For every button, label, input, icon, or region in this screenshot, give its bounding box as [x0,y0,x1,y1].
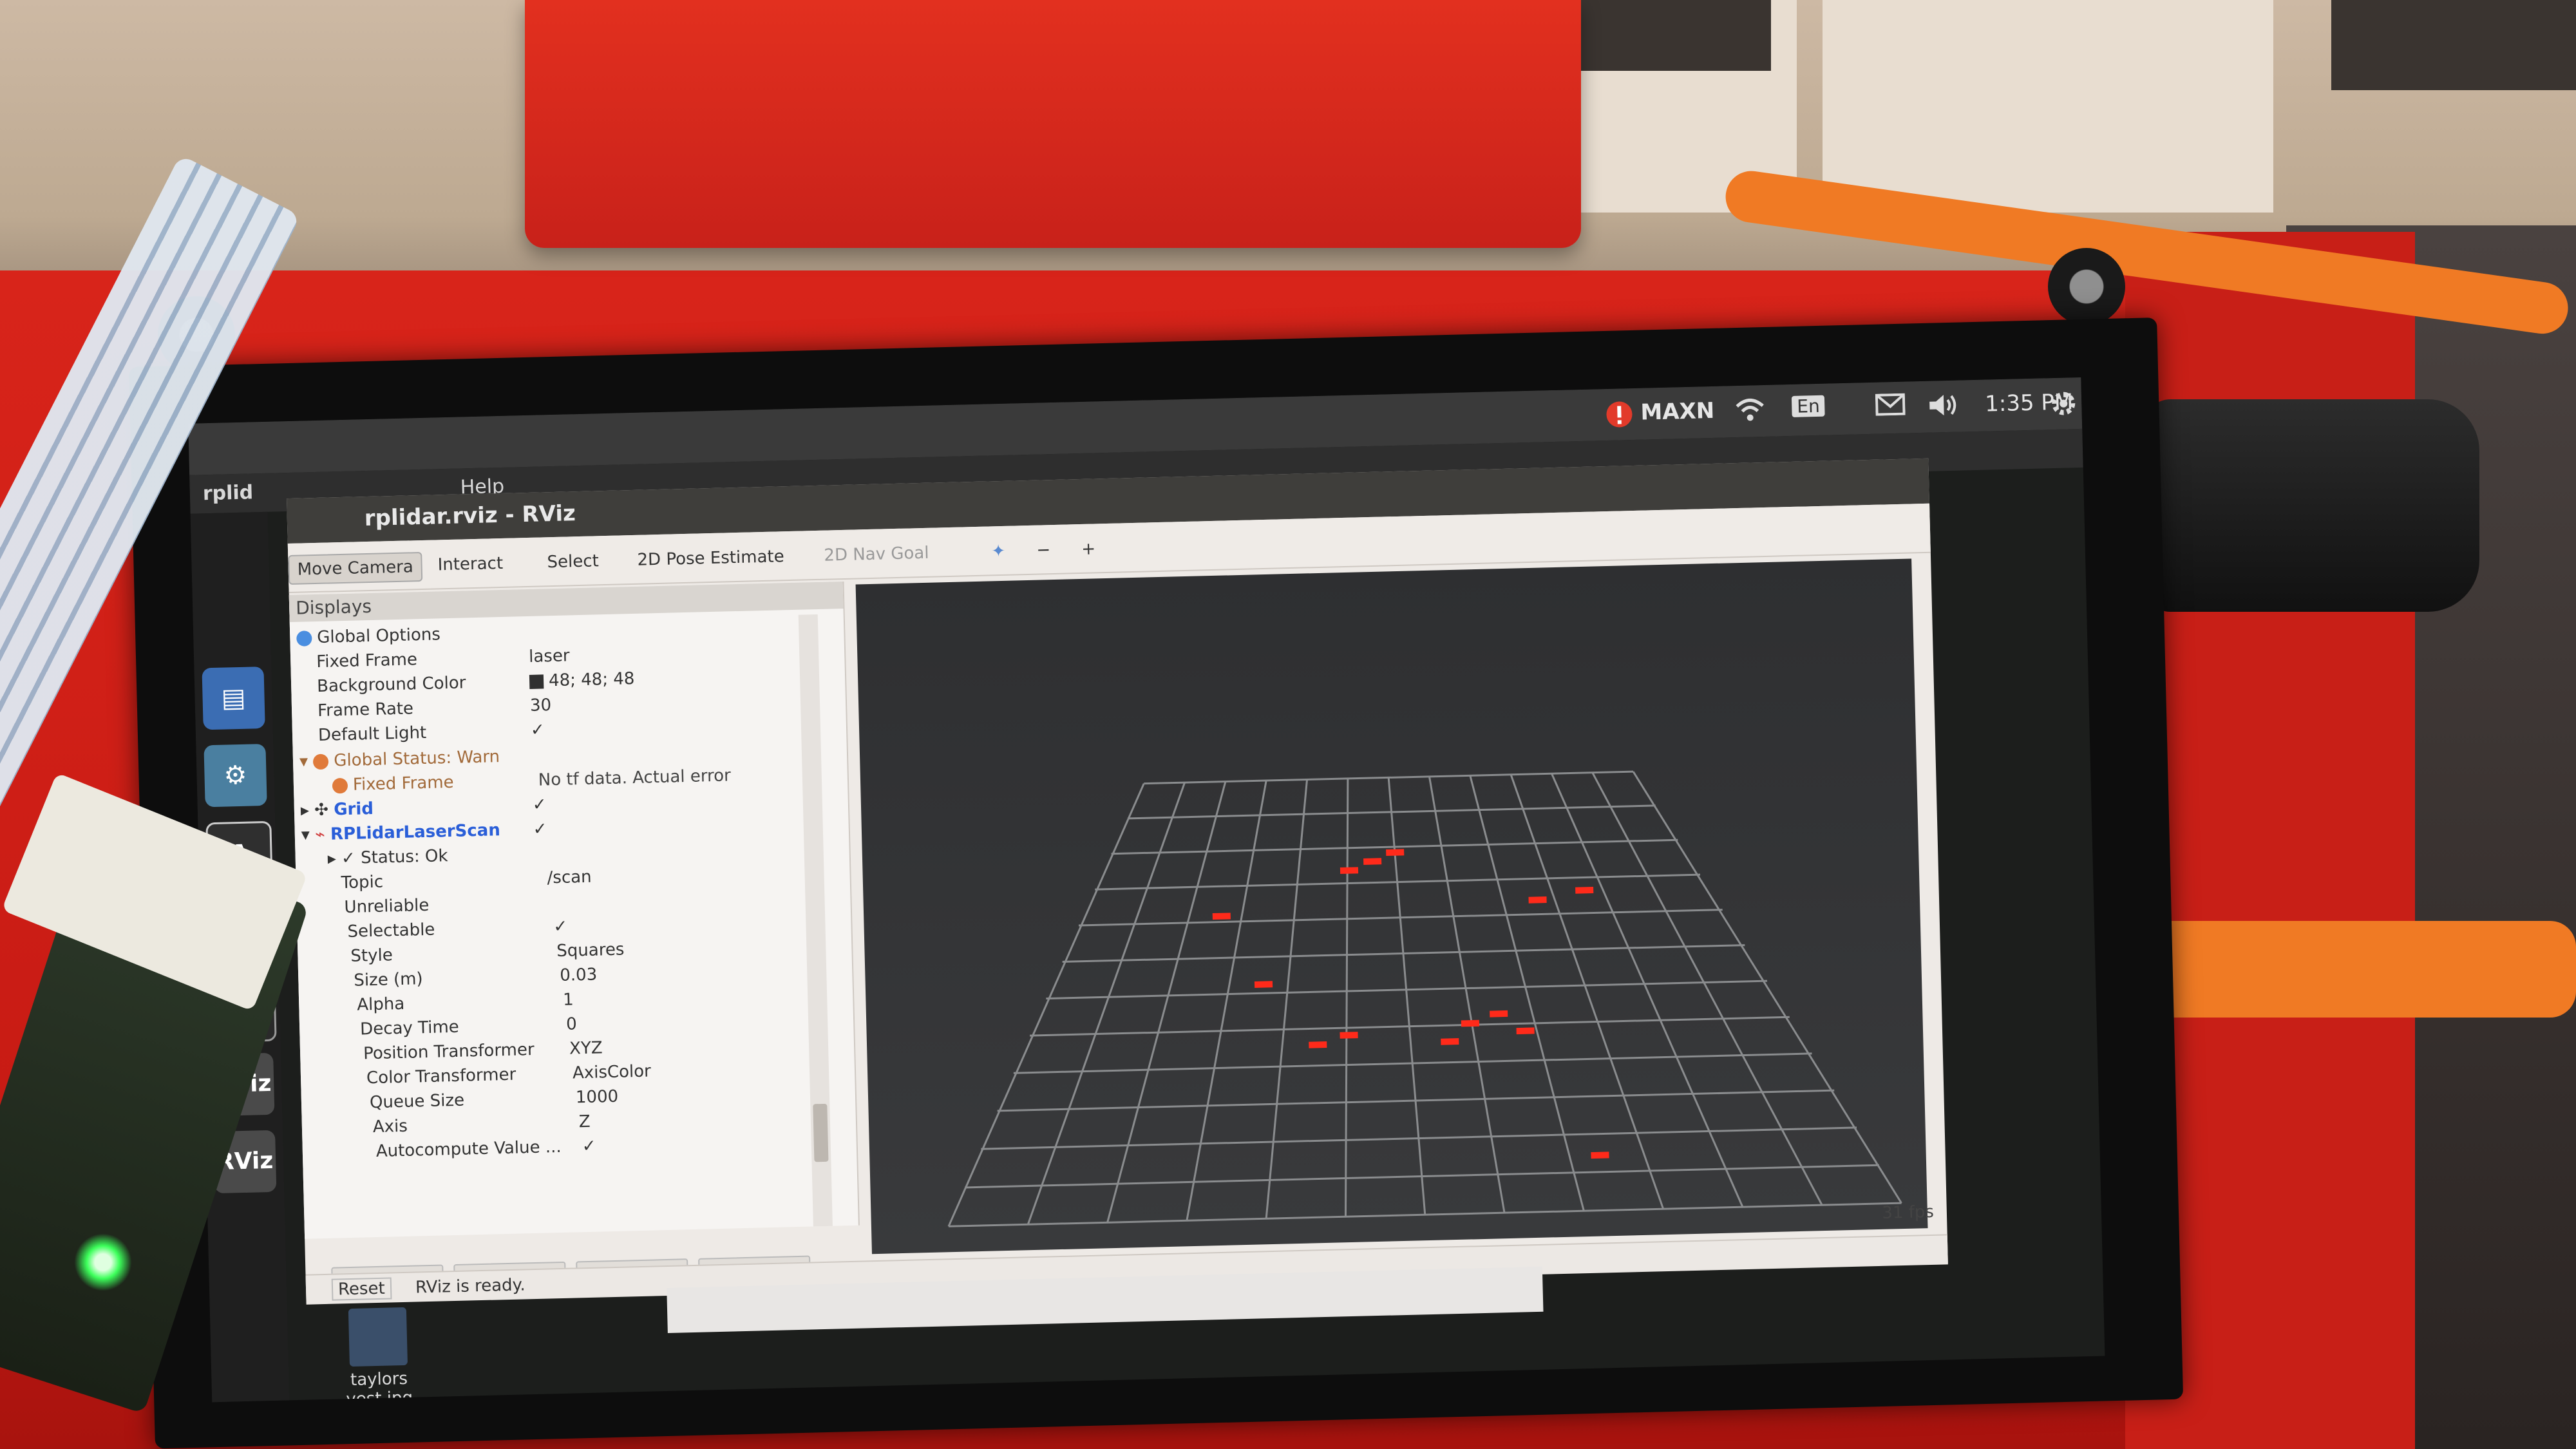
grid-line [1510,774,1665,1209]
scan-point [1340,1032,1358,1039]
alert-icon[interactable] [1605,400,1634,435]
tool-2d-nav-goal[interactable]: 2D Nav Goal [816,539,937,569]
displays-panel: Displays Global Options Fixed Frame lase… [289,581,860,1297]
green-led [74,1233,132,1291]
wall-panel-dark-2 [2331,0,2576,90]
grid-line [1387,777,1426,1215]
orange-cable-side [2125,921,2576,1018]
scan-point [1363,858,1382,865]
scan-point [1490,1010,1508,1018]
keyboard-layout-indicator[interactable]: En [1791,395,1826,417]
scan-point [1340,867,1359,875]
scan-point [1386,849,1405,857]
tool-interact[interactable]: Interact [430,550,511,579]
mail-icon[interactable] [1875,393,1906,422]
scan-point [1441,1038,1459,1045]
grid-line [1428,776,1506,1213]
scan-point [1212,913,1231,920]
remove-tool-icon[interactable]: − [1028,536,1059,564]
3d-viewport[interactable] [855,558,1928,1255]
expand-arrow-icon[interactable]: ▾ [301,825,315,844]
grid-line [1027,782,1186,1225]
grid-and-scan [947,770,1902,1227]
mount-screw-right [2048,248,2125,325]
grid-line [1632,771,1902,1204]
tree-status-ok[interactable]: ▸ ✓ Status: Ok [327,846,448,873]
expand-arrow-icon[interactable]: ▸ [301,800,315,820]
image-thumbnail [348,1307,408,1367]
tool-move-camera[interactable]: Move Camera [288,551,423,585]
status-message: RViz is ready. [415,1275,526,1298]
warning-icon [313,753,329,770]
launcher-files-icon[interactable]: ▤ [202,667,265,730]
laser-scan-icon: ⌁ [314,824,331,845]
gear-icon[interactable] [2049,389,2078,424]
expand-arrow-icon[interactable]: ▾ [299,752,314,771]
scan-point [1591,1151,1609,1159]
grid-line [1591,772,1823,1206]
tool-select[interactable]: Select [539,547,607,576]
checkmark-icon: ✓ [341,848,361,869]
grid-icon: ✣ [314,800,334,820]
grid-line [1106,781,1227,1223]
color-swatch [529,674,544,689]
grid-line [947,783,1145,1227]
scrollbar-thumb[interactable] [813,1103,829,1162]
warning-icon [332,777,348,793]
tool-2d-pose-estimate[interactable]: 2D Pose Estimate [629,543,792,574]
tree-global-options[interactable]: Global Options [296,625,440,651]
app-name-label: rplid [202,481,254,506]
red-printed-block [525,0,1581,248]
scan-point [1516,1027,1535,1035]
tree-global-status[interactable]: ▾ Global Status: Warn [299,747,500,775]
wifi-icon[interactable] [1734,397,1766,429]
desktop-file-icon[interactable]: taylors vest.jpg [326,1307,431,1402]
wall-panel-dark [1578,0,1771,71]
reset-button[interactable]: Reset [331,1277,392,1301]
grid-line [1186,780,1267,1221]
wall-panel-light-2 [1823,0,2273,213]
rviz-window: rplidar.rviz - RViz Move Camera Interact… [287,458,1948,1305]
power-mode-label[interactable]: MAXN [1640,398,1715,426]
window-title: rplidar.rviz - RViz [364,500,576,532]
desktop-file-name: taylors [350,1368,408,1390]
desktop-file-name-2: vest.jpg [346,1388,413,1403]
monitor-bezel: MAXN En 1:35 PM rplid Help ▤ ⚙ A [129,317,2184,1449]
volume-icon[interactable] [1927,392,1960,424]
scan-point [1575,887,1594,894]
screen: MAXN En 1:35 PM rplid Help ▤ ⚙ A [188,377,2105,1403]
grid-line [1265,779,1309,1219]
hdmi-plug [2145,399,2479,612]
grid-line [1344,778,1349,1217]
add-tool-icon[interactable]: ✦ [983,538,1014,565]
scan-point [1309,1041,1327,1048]
globe-icon [296,630,312,647]
add-tool-plus-icon[interactable]: + [1074,535,1104,563]
scan-point [1254,981,1273,988]
expand-arrow-icon[interactable]: ▸ [327,849,341,868]
grid-line [1469,775,1585,1211]
grid-line [1551,773,1744,1208]
launcher-settings-icon[interactable]: ⚙ [204,743,267,808]
scan-point [1461,1019,1480,1027]
fps-counter: 31 fps [1881,1202,1935,1223]
scan-point [1528,896,1547,904]
